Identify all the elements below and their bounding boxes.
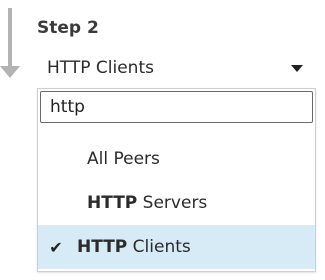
option-http-clients[interactable]: ✔ HTTP Clients [38,225,315,269]
step-arrow-line [8,8,12,70]
option-rest-text: Servers [137,193,208,213]
option-all-peers[interactable]: All Peers [38,137,315,181]
option-http-servers[interactable]: HTTP Servers [38,181,315,225]
checkmark-icon: ✔ [49,237,63,257]
option-label: All Peers [38,149,160,169]
option-rest-text: All Peers [87,149,160,169]
option-match-text: HTTP [87,193,138,213]
chevron-down-icon[interactable] [291,64,303,72]
option-match-text: HTTP [77,237,128,257]
step-title: Step 2 [37,18,99,38]
select-value: HTTP Clients [47,58,154,78]
peer-type-select[interactable]: HTTP Clients [37,50,315,86]
option-rest-text: Clients [127,237,191,257]
filter-input[interactable] [40,91,313,123]
step-arrow-down-icon [0,66,20,78]
dropdown-menu: All Peers HTTP Servers ✔ HTTP Clients [37,88,316,272]
option-label: HTTP Servers [38,193,207,213]
option-label: HTTP Clients [69,237,191,257]
